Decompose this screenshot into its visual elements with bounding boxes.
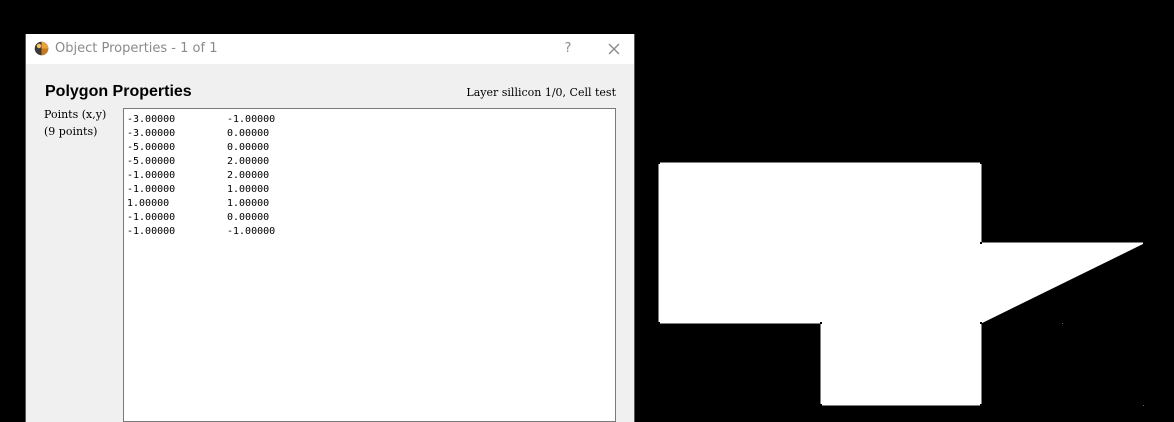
polygon-shape[interactable] [658,162,1145,406]
point-row: -5.00000 2.00000 [127,155,275,169]
point-row: -1.00000 0.00000 [127,211,275,225]
point-row: -1.00000 2.00000 [127,169,275,183]
point-y-value: -1.00000 [227,226,276,237]
points-label: Points (x,y) [44,108,107,121]
point-row: -1.00000 1.00000 [127,183,275,197]
grid-dots [1062,323,1144,406]
point-x-value: -1.00000 [127,170,176,181]
points-list: -3.00000 -1.00000 -3.00000 0.00000 -5.00000 0… [127,113,275,239]
point-y-value: 2.00000 [227,156,270,167]
help-button[interactable]: ? [556,37,580,61]
point-x-value: -1.00000 [127,184,176,195]
dialog-titlebar[interactable]: Object Properties - 1 of 1 ? [26,34,634,64]
point-y-value: -1.00000 [227,114,276,125]
polygon-view[interactable] [640,140,1174,422]
close-icon[interactable] [602,37,626,61]
point-y-value: 0.00000 [227,128,270,139]
points-count: (9 points) [44,125,98,138]
klayout-logo-icon [34,41,49,56]
points-text-area[interactable]: -3.00000 -1.00000 -3.00000 0.00000 -5.00000 0… [123,108,616,422]
point-x-value: -1.00000 [127,212,176,223]
point-row: -3.00000 0.00000 [127,127,275,141]
point-row: -3.00000 -1.00000 [127,113,275,127]
point-x-value: -1.00000 [127,226,176,237]
point-x-value: 1.00000 [127,198,170,209]
point-y-value: 1.00000 [227,184,270,195]
point-x-value: -5.00000 [127,156,176,167]
point-x-value: -3.00000 [127,128,176,139]
point-x-value: -3.00000 [127,114,176,125]
point-row: -1.00000 -1.00000 [127,225,275,239]
point-y-value: 2.00000 [227,170,270,181]
object-properties-dialog: Object Properties - 1 of 1 ? Polygon Pro… [25,34,635,422]
layout-canvas[interactable]: Object Properties - 1 of 1 ? Polygon Pro… [0,0,1174,422]
polygon-properties-heading: Polygon Properties [45,83,192,100]
point-y-value: 1.00000 [227,198,270,209]
point-y-value: 0.00000 [227,212,270,223]
point-row: -5.00000 0.00000 [127,141,275,155]
layer-cell-info: Layer sillicon 1/0, Cell test [466,86,616,99]
dialog-title: Object Properties - 1 of 1 [55,41,218,56]
point-row: 1.00000 1.00000 [127,197,275,211]
point-x-value: -5.00000 [127,142,176,153]
point-y-value: 0.00000 [227,142,270,153]
